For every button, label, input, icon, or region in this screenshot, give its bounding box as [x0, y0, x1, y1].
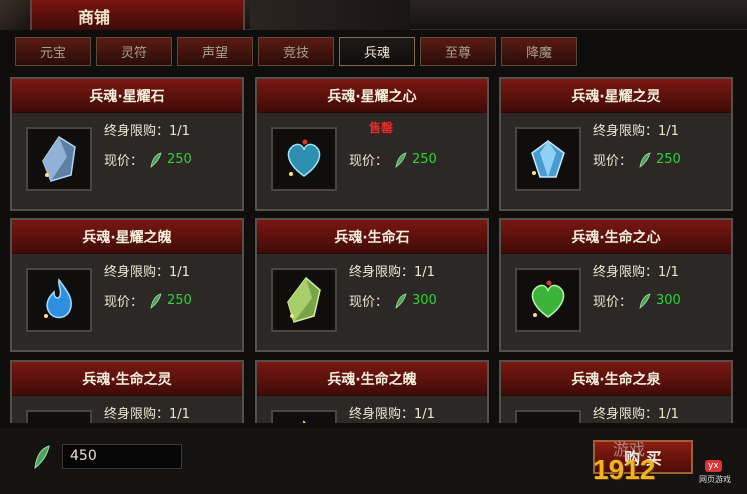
price-row: 现价： 300 — [593, 291, 681, 310]
item-card[interactable]: 兵魂·星耀之魄 终身限购：1/1 现价： 250 — [10, 218, 244, 352]
item-name: 兵魂·星耀石 — [12, 79, 242, 113]
purchase-limit: 终身限购：1/1 — [349, 407, 435, 422]
item-card[interactable]: 兵魂·生命之心 终身限购：1/1 现价： 300 — [499, 218, 733, 352]
green-spring-icon — [515, 410, 581, 423]
price-row: 现价： 250 — [349, 150, 437, 169]
item-name: 兵魂·生命之灵 — [12, 362, 242, 396]
purchase-limit: 终身限购：1/1 — [593, 124, 679, 139]
green-flame-icon — [271, 410, 337, 423]
window-title: 商铺 — [78, 8, 111, 27]
title-bar: 商铺 — [0, 0, 747, 30]
item-card[interactable]: 兵魂·生命之泉 终身限购：1/1 — [499, 360, 733, 423]
green-crystal-icon — [271, 268, 337, 332]
shop-tabs: 元宝 灵符 声望 竞技 兵魂 至尊 降魔 — [15, 37, 577, 67]
price-value: 250 — [412, 152, 437, 167]
item-name: 兵魂·星耀之心 — [257, 79, 487, 113]
item-name: 兵魂·星耀之灵 — [501, 79, 731, 113]
item-card[interactable]: 兵魂·星耀之心 售罄 现价： 250 — [255, 77, 489, 211]
tab-zhizun[interactable]: 至尊 — [420, 37, 496, 66]
price-value: 250 — [167, 293, 192, 308]
purchase-limit: 终身限购：1/1 — [593, 265, 679, 280]
tab-lingfu[interactable]: 灵符 — [96, 37, 172, 66]
title-tab — [30, 0, 245, 30]
tab-jingji[interactable]: 竞技 — [258, 37, 334, 66]
currency-balance: 450 — [62, 444, 182, 469]
site-watermark: 游戏 1912 yx 网页游戏 — [593, 434, 743, 490]
item-name: 兵魂·星耀之魄 — [12, 220, 242, 254]
leaf-currency-icon — [150, 151, 162, 168]
item-name: 兵魂·生命之心 — [501, 220, 731, 254]
leaf-currency-icon — [34, 445, 50, 470]
item-card[interactable]: 兵魂·星耀之灵 终身限购：1/1 现价： 250 — [499, 77, 733, 211]
blue-heart-icon — [271, 127, 337, 191]
price-label: 现价： — [104, 295, 144, 310]
item-name: 兵魂·生命石 — [257, 220, 487, 254]
price-row: 现价： 250 — [104, 150, 192, 169]
title-ornament — [0, 0, 34, 30]
item-card[interactable]: 兵魂·星耀石 终身限购：1/1 现价： 250 — [10, 77, 244, 211]
price-value: 250 — [167, 152, 192, 167]
sold-out-badge: 售罄 — [369, 121, 394, 135]
green-gem-icon — [26, 410, 92, 423]
price-row: 现价： 300 — [349, 291, 437, 310]
item-name: 兵魂·生命之魄 — [257, 362, 487, 396]
green-heart-icon — [515, 268, 581, 332]
leaf-currency-icon — [395, 151, 407, 168]
tab-xiangmo[interactable]: 降魔 — [501, 37, 577, 66]
purchase-limit: 终身限购：1/1 — [593, 407, 679, 422]
price-label: 现价： — [349, 154, 389, 169]
tab-shengwang[interactable]: 声望 — [177, 37, 253, 66]
tab-yuanbao[interactable]: 元宝 — [15, 37, 91, 66]
leaf-currency-icon — [639, 151, 651, 168]
title-ornament-right — [250, 0, 410, 30]
watermark-tag: yx — [705, 460, 722, 472]
price-row: 现价： 250 — [593, 150, 681, 169]
tab-binghun[interactable]: 兵魂 — [339, 37, 415, 66]
price-value: 300 — [656, 293, 681, 308]
item-card[interactable]: 兵魂·生命之灵 终身限购：1/1 — [10, 360, 244, 423]
item-name: 兵魂·生命之泉 — [501, 362, 731, 396]
leaf-currency-icon — [150, 292, 162, 309]
item-card[interactable]: 兵魂·生命石 终身限购：1/1 现价： 300 — [255, 218, 489, 352]
watermark-sub: 网页游戏 — [699, 475, 731, 484]
item-grid: 兵魂·星耀石 终身限购：1/1 现价： 250 兵魂·星耀之心 售罄 现价： 2… — [6, 75, 739, 423]
purchase-limit: 终身限购：1/1 — [104, 407, 190, 422]
blue-flame-icon — [26, 268, 92, 332]
price-label: 现价： — [593, 154, 633, 169]
price-value: 300 — [412, 293, 437, 308]
price-label: 现价： — [349, 295, 389, 310]
leaf-currency-icon — [639, 292, 651, 309]
leaf-currency-icon — [395, 292, 407, 309]
price-row: 现价： 250 — [104, 291, 192, 310]
purchase-limit: 终身限购：1/1 — [104, 124, 190, 139]
price-value: 250 — [656, 152, 681, 167]
price-label: 现价： — [104, 154, 144, 169]
item-card[interactable]: 兵魂·生命之魄 终身限购：1/1 — [255, 360, 489, 423]
purchase-limit: 终身限购：1/1 — [104, 265, 190, 280]
watermark-brand: 1912 — [593, 454, 656, 485]
price-label: 现价： — [593, 295, 633, 310]
blue-crystal-icon — [26, 127, 92, 191]
purchase-limit: 终身限购：1/1 — [349, 265, 435, 280]
blue-gem-icon — [515, 127, 581, 191]
